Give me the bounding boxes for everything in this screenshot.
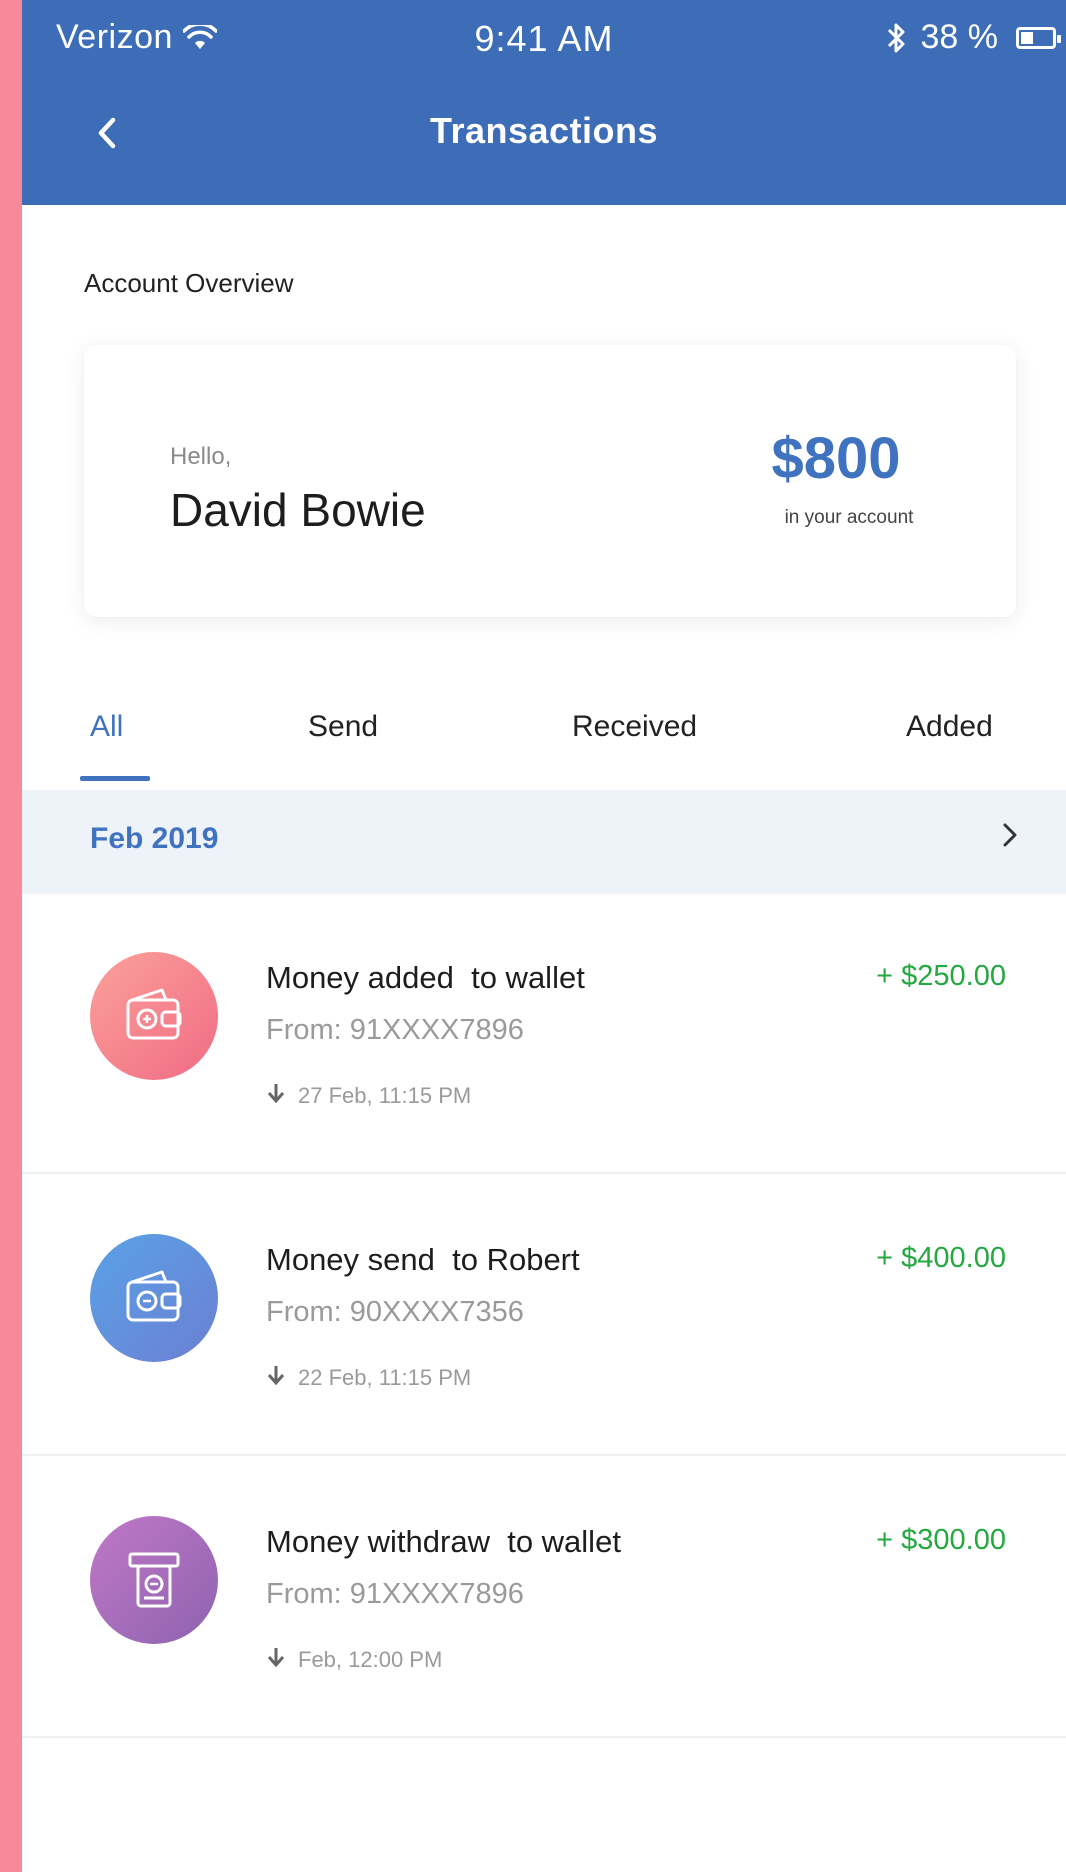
transaction-date: 27 Feb, 11:15 PM bbox=[298, 1083, 472, 1108]
active-tab-indicator bbox=[80, 776, 150, 781]
transaction-date-row: Feb, 12:00 PM bbox=[266, 1646, 442, 1674]
greeting: Hello, bbox=[170, 443, 232, 470]
transaction-source: From: 90XXXX7356 bbox=[266, 1296, 524, 1328]
tab-all[interactable]: All bbox=[90, 710, 123, 780]
status-right: 38 % bbox=[885, 18, 1061, 57]
transaction-amount: + $300.00 bbox=[876, 1524, 1006, 1556]
bluetooth-icon bbox=[887, 23, 904, 52]
header: Verizon 9:41 AM 38 % Transactions bbox=[22, 0, 1066, 205]
transaction-title: Money send to Robert bbox=[266, 1242, 580, 1277]
account-balance: $800 bbox=[771, 426, 901, 491]
transaction-date: 22 Feb, 11:15 PM bbox=[298, 1365, 472, 1390]
tab-added[interactable]: Added bbox=[906, 710, 993, 780]
transaction-avatar bbox=[90, 1516, 218, 1644]
tab-received[interactable]: Received bbox=[572, 710, 697, 780]
wallet-icon bbox=[126, 988, 182, 1040]
transaction-title: Money added to wallet bbox=[266, 960, 585, 995]
arrow-down-icon bbox=[266, 1364, 286, 1392]
transaction-amount: + $250.00 bbox=[876, 960, 1006, 992]
balance-caption: in your account bbox=[784, 507, 914, 528]
account-overview-label: Account Overview bbox=[84, 268, 294, 298]
battery-percent: 38 % bbox=[920, 18, 999, 56]
chevron-right-icon[interactable] bbox=[1002, 818, 1018, 857]
page-title: Transactions bbox=[429, 110, 659, 151]
transactions-screen: Verizon 9:41 AM 38 % Transactions Accoun… bbox=[22, 0, 1066, 1872]
transaction-item[interactable]: Money send to Robert From: 90XXXX7356 22… bbox=[22, 1176, 1066, 1456]
month-selector[interactable]: Feb 2019 bbox=[22, 790, 1066, 894]
filter-tabs: All Send Received Added bbox=[22, 710, 1066, 790]
transaction-date: Feb, 12:00 PM bbox=[298, 1647, 443, 1672]
user-name: David Bowie bbox=[170, 484, 426, 536]
transaction-item[interactable]: Money withdraw to wallet From: 91XXXX789… bbox=[22, 1458, 1066, 1738]
atm-icon bbox=[128, 1552, 180, 1608]
battery-icon bbox=[1016, 26, 1061, 49]
transaction-date-row: 22 Feb, 11:15 PM bbox=[266, 1364, 471, 1392]
transaction-avatar bbox=[90, 952, 218, 1080]
transaction-source: From: 91XXXX7896 bbox=[266, 1014, 524, 1046]
tab-send[interactable]: Send bbox=[308, 710, 378, 780]
arrow-down-icon bbox=[266, 1082, 286, 1110]
transaction-avatar bbox=[90, 1234, 218, 1362]
transaction-date-row: 27 Feb, 11:15 PM bbox=[266, 1082, 471, 1110]
arrow-down-icon bbox=[266, 1646, 286, 1674]
status-bar: Verizon 9:41 AM 38 % bbox=[22, 0, 1066, 80]
account-overview-card: Hello, David Bowie $800 in your account bbox=[84, 345, 1016, 617]
transaction-title: Money withdraw to wallet bbox=[266, 1524, 621, 1559]
transaction-amount: + $400.00 bbox=[876, 1242, 1006, 1274]
transaction-source: From: 91XXXX7896 bbox=[266, 1578, 524, 1610]
month-label: Feb 2019 bbox=[90, 822, 219, 855]
transaction-item[interactable]: Money added to wallet From: 91XXXX7896 2… bbox=[22, 894, 1066, 1174]
nav-bar: Transactions bbox=[22, 90, 1066, 180]
wallet-icon bbox=[126, 1270, 182, 1322]
